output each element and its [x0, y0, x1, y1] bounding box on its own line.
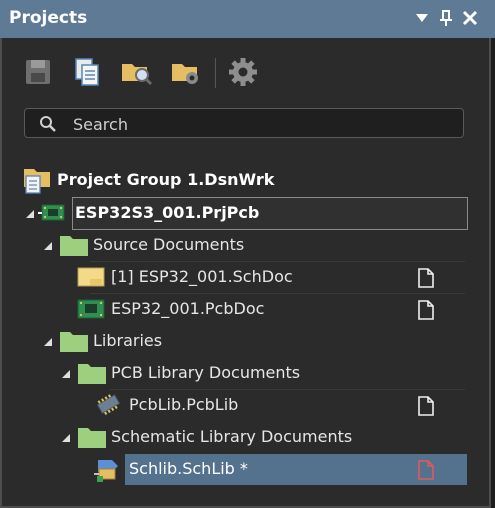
schdoc-label: [1] ESP32_001.SchDoc	[111, 267, 293, 286]
tree-item-source-documents[interactable]: Source Documents	[0, 229, 495, 261]
collapse-arrow-icon[interactable]	[43, 337, 53, 347]
pcb-library-icon	[96, 394, 121, 416]
pcblib-label: PcbLib.PcbLib	[129, 395, 239, 414]
folder-settings-icon[interactable]	[170, 55, 204, 89]
modified-document-icon	[418, 460, 434, 480]
tree-item-project-group[interactable]: Project Group 1.DsnWrk	[0, 164, 495, 196]
document-status-icon	[418, 268, 434, 288]
workspace-icon	[24, 169, 50, 194]
document-status-icon	[418, 396, 434, 416]
project-tree: Project Group 1.DsnWrk ESP32S3_001.PrjPc…	[0, 150, 495, 508]
search-input[interactable]	[71, 112, 455, 136]
project-label: ESP32S3_001.PrjPcb	[75, 203, 260, 222]
tree-item-project[interactable]: ESP32S3_001.PrjPcb	[0, 197, 495, 229]
panel-title: Projects	[9, 8, 88, 28]
save-icon[interactable]	[22, 55, 56, 89]
document-status-icon	[418, 300, 434, 320]
pcb-library-documents-label: PCB Library Documents	[111, 363, 301, 382]
pcbdoc-label: ESP32_001.PcbDoc	[111, 299, 265, 318]
schematic-library-icon	[94, 460, 118, 482]
tree-item-schdoc[interactable]: [1] ESP32_001.SchDoc	[0, 261, 495, 293]
collapse-arrow-icon[interactable]	[61, 369, 71, 379]
toolbar-separator	[215, 58, 216, 88]
tree-item-pcblib[interactable]: PcbLib.PcbLib	[0, 389, 495, 421]
schematic-library-documents-label: Schematic Library Documents	[111, 427, 353, 446]
folder-icon	[60, 236, 88, 256]
tree-item-pcb-library-documents[interactable]: PCB Library Documents	[0, 357, 495, 389]
tree-item-pcbdoc[interactable]: ESP32_001.PcbDoc	[0, 293, 495, 325]
folder-icon	[78, 364, 106, 384]
panel-titlebar[interactable]: Projects	[0, 0, 495, 38]
toolbar	[0, 38, 495, 106]
gear-icon[interactable]	[226, 55, 260, 89]
open-folder-search-icon[interactable]	[120, 55, 154, 89]
schematic-document-icon	[77, 267, 105, 287]
pcb-document-icon	[77, 299, 105, 319]
collapse-arrow-icon[interactable]	[61, 433, 71, 443]
tree-item-libraries[interactable]: Libraries	[0, 325, 495, 357]
search-icon	[40, 116, 56, 132]
source-documents-label: Source Documents	[93, 235, 245, 254]
close-icon[interactable]	[461, 8, 479, 28]
copy-documents-icon[interactable]	[70, 55, 104, 89]
tree-item-schematic-library-documents[interactable]: Schematic Library Documents	[0, 421, 495, 453]
collapse-arrow-icon[interactable]	[43, 241, 53, 251]
tree-item-schlib[interactable]: Schlib.SchLib *	[0, 453, 495, 485]
folder-icon	[78, 428, 106, 448]
schlib-label: Schlib.SchLib *	[129, 459, 248, 478]
collapse-arrow-icon[interactable]	[25, 209, 35, 219]
libraries-label: Libraries	[93, 331, 163, 350]
dropdown-icon[interactable]	[413, 8, 431, 28]
pin-icon[interactable]	[437, 8, 455, 28]
pcb-project-icon	[38, 204, 65, 221]
search-box[interactable]	[24, 108, 464, 138]
project-group-label: Project Group 1.DsnWrk	[57, 170, 275, 189]
folder-icon	[60, 332, 88, 352]
